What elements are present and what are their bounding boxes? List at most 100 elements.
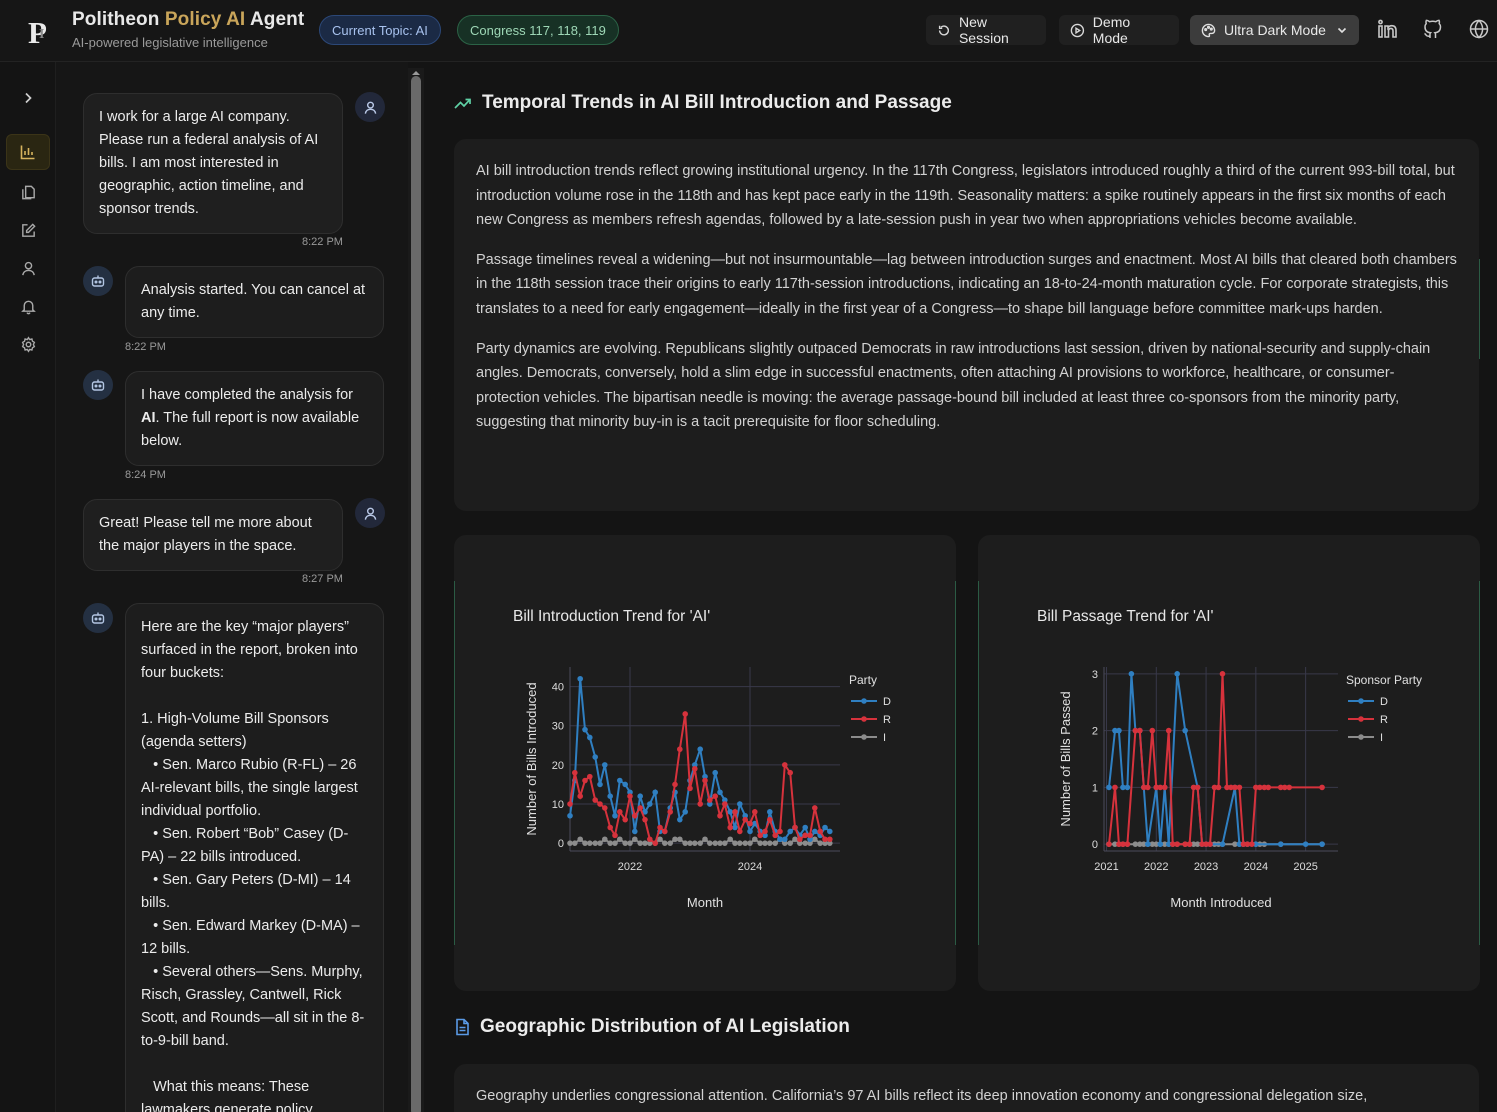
scroll-thumb[interactable] <box>411 76 421 1112</box>
data-point-I <box>607 840 613 846</box>
chevron-down-icon <box>1337 27 1346 34</box>
data-point-R <box>592 797 598 803</box>
data-point-R <box>1319 784 1325 791</box>
data-point-I <box>617 836 623 843</box>
chat-panel: I work for a large AI company. Please ru… <box>56 62 408 1112</box>
rail-settings[interactable] <box>6 326 50 362</box>
new-session-button[interactable]: New Session <box>926 14 1046 46</box>
data-point-I <box>812 836 818 843</box>
data-point-D <box>747 828 753 835</box>
message-line: • Sen. Marco Rubio (R-FL) – 26 AI-releva… <box>141 757 362 819</box>
data-point-I <box>632 836 638 843</box>
message-line: • Sen. Edward Markey (D-MA) – 12 bills. <box>141 918 364 957</box>
rail-edit[interactable] <box>6 212 50 248</box>
legend-label-I: I <box>1380 732 1383 744</box>
data-point-R <box>1149 727 1156 734</box>
legend-title: Party <box>849 673 877 687</box>
app-root: P I Politheon Policy AI Agent AI-powered… <box>0 0 1497 1112</box>
github-icon[interactable] <box>1422 18 1444 40</box>
data-point-I <box>612 840 618 846</box>
data-point-R <box>597 801 603 807</box>
panel-divider[interactable] <box>424 62 432 1112</box>
data-point-I <box>577 836 583 843</box>
settings-icon <box>21 335 35 353</box>
theme-select-button[interactable]: Ultra Dark Mode <box>1190 15 1359 45</box>
message-timestamp: 8:24 PM <box>125 469 166 481</box>
data-point-D <box>582 726 588 733</box>
expand-sidebar-button[interactable] <box>6 80 50 116</box>
data-point-I <box>767 840 773 846</box>
data-point-I <box>732 840 738 846</box>
data-point-R <box>722 801 728 807</box>
chat-scrollbar[interactable] <box>408 68 424 1112</box>
data-point-D <box>1145 841 1151 847</box>
chevron-right-icon <box>25 92 32 104</box>
y-axis-label: Number of Bills Introduced <box>524 682 539 835</box>
section-title-temporal: Temporal Trends in AI Bill Introduction … <box>454 92 952 114</box>
data-point-D <box>1116 727 1122 734</box>
data-point-R <box>767 816 773 823</box>
data-point-I <box>817 840 823 846</box>
data-point-R <box>617 809 623 815</box>
legend-marker-I <box>861 734 867 740</box>
demo-mode-button[interactable]: Demo Mode <box>1059 14 1179 46</box>
data-point-R <box>1174 841 1180 847</box>
data-point-I <box>737 840 743 846</box>
data-point-I <box>802 840 808 846</box>
legend-marker-D <box>1358 698 1364 704</box>
data-point-D <box>782 836 788 843</box>
message-line: • Several others—Sens. Murphy, Risch, Gr… <box>141 964 367 1049</box>
rail-documents[interactable] <box>6 174 50 210</box>
current-topic-pill[interactable]: Current Topic: AI <box>319 15 441 45</box>
data-point-R <box>742 816 748 823</box>
data-point-R <box>637 805 643 811</box>
data-point-D <box>607 793 613 799</box>
play-circle-icon <box>1070 23 1085 37</box>
data-point-R <box>777 828 783 835</box>
data-point-R <box>762 828 768 835</box>
data-point-R <box>577 793 583 799</box>
x-tick-label: 2025 <box>1293 861 1317 873</box>
data-point-R <box>812 805 818 811</box>
data-point-R <box>642 816 648 823</box>
rail-analytics[interactable] <box>6 134 50 170</box>
data-point-I <box>597 840 603 846</box>
x-tick-label: 2022 <box>1144 861 1168 873</box>
data-point-R <box>672 781 678 788</box>
message-line: 1. High-Volume Bill Sponsors (agenda set… <box>141 711 333 750</box>
politheon-logo[interactable]: P I <box>26 14 56 48</box>
data-point-I <box>582 840 588 846</box>
introduction-trend-chart[interactable]: Bill Introduction Trend for 'AI' 0 10 20 30 4… <box>454 535 956 991</box>
legend-title: Sponsor Party <box>1346 673 1422 687</box>
data-point-R <box>662 828 668 835</box>
user-message: I work for a large AI company. Please ru… <box>83 93 343 234</box>
bot-avatar <box>83 603 113 633</box>
x-tick-label: 2024 <box>1244 861 1268 873</box>
data-point-I <box>567 840 573 846</box>
data-point-R <box>657 824 663 831</box>
data-point-I <box>662 840 668 846</box>
rail-notifications[interactable] <box>6 288 50 324</box>
brand-subtitle: AI-powered legislative intelligence <box>72 35 268 50</box>
data-point-D <box>1157 841 1164 847</box>
data-point-D <box>777 836 783 843</box>
y-tick-label: 1 <box>1092 782 1098 794</box>
linkedin-icon[interactable] <box>1377 18 1399 40</box>
rail-profile[interactable] <box>6 250 50 286</box>
data-point-R <box>712 793 718 799</box>
series-line-D <box>569 678 831 842</box>
data-point-I <box>667 840 673 846</box>
data-point-R <box>612 832 618 839</box>
user-icon <box>364 101 376 114</box>
data-point-D <box>767 809 773 815</box>
data-point-I <box>727 836 733 843</box>
data-point-D <box>717 789 723 796</box>
passage-trend-chart[interactable]: Bill Passage Trend for 'AI' 0 1 2 3 2021 2022 2… <box>978 535 1480 991</box>
data-point-R <box>677 746 683 753</box>
scroll-up-arrow-icon[interactable] <box>408 68 424 76</box>
congress-pill[interactable]: Congress 117, 118, 119 <box>457 15 619 45</box>
globe-icon[interactable] <box>1468 18 1490 40</box>
y-tick-label: 0 <box>1092 839 1098 851</box>
data-point-I <box>687 840 693 846</box>
user-icon <box>364 507 376 520</box>
